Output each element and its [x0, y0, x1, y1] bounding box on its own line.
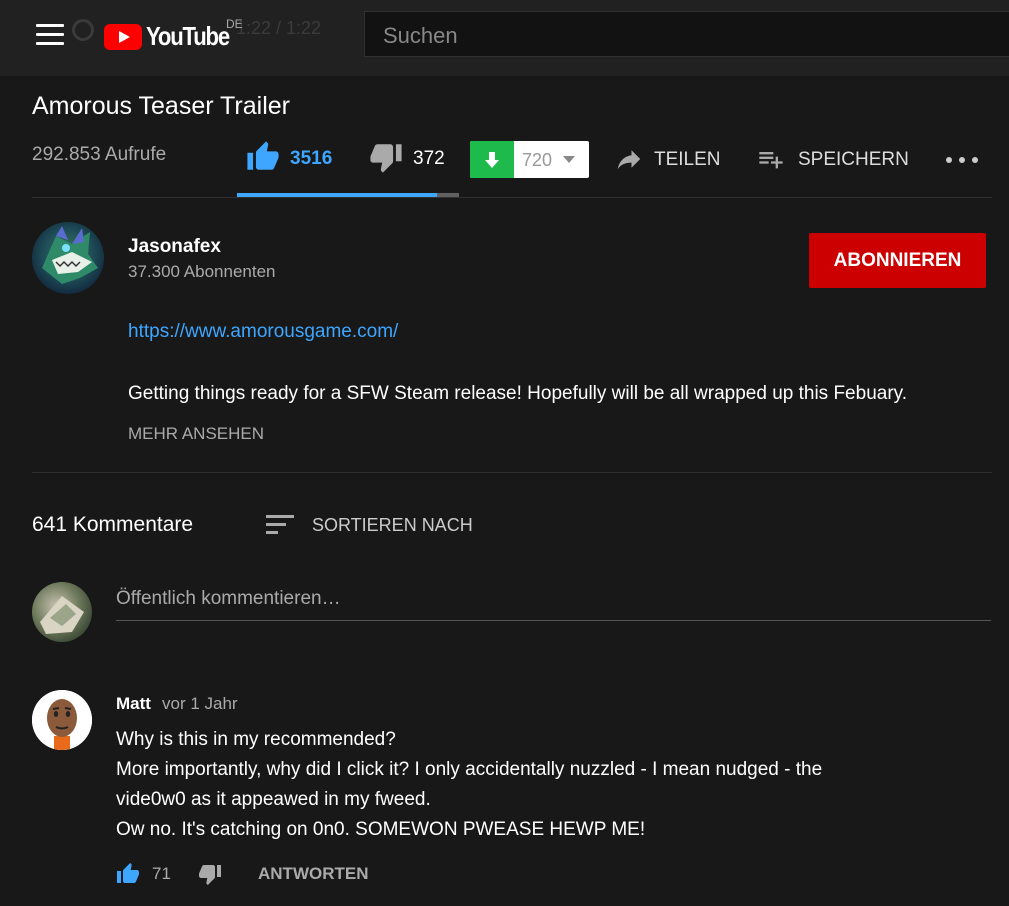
comment-like-count: 71	[152, 864, 171, 883]
comment-text-line: Ow no. It's catching on 0n0. SOMEWON PWE…	[116, 819, 646, 840]
dislike-count: 372	[413, 148, 445, 169]
menu-icon[interactable]	[36, 24, 64, 46]
logo-text: YouTube	[146, 21, 230, 51]
show-more-button[interactable]: MEHR ANSEHEN	[128, 424, 264, 444]
share-label: TEILEN	[654, 149, 721, 170]
save-label: SPEICHERN	[798, 149, 909, 170]
comments-count: 641 Kommentare	[32, 513, 194, 536]
extension-download-button[interactable]	[470, 141, 514, 178]
user-avatar-art	[40, 596, 84, 634]
comment-text-line: Why is this in my recommended?	[116, 729, 396, 750]
divider	[32, 472, 992, 473]
description-text: Getting things ready for a SFW Steam rel…	[128, 383, 908, 404]
view-count: 292.853 Aufrufe	[32, 144, 167, 165]
search-placeholder: Suchen	[383, 23, 458, 48]
country-code: DE	[226, 17, 243, 31]
more-actions-icon[interactable]	[946, 148, 978, 172]
comment-input[interactable]: Öffentlich kommentieren…	[116, 586, 991, 621]
sort-label: SORTIEREN NACH	[312, 515, 473, 535]
loading-spinner-icon	[72, 19, 94, 41]
youtube-play-icon	[104, 24, 142, 50]
ghost-time-display: 1:22 / 1:22	[236, 18, 322, 38]
comment-author[interactable]: Matt	[116, 694, 151, 714]
subscribe-button[interactable]: ABONNIEREN	[809, 233, 986, 288]
extension-dislike-widget[interactable]: 720	[470, 141, 589, 178]
comment-like-button[interactable]	[116, 862, 140, 891]
arrow-down-icon	[485, 152, 499, 168]
divider	[32, 197, 992, 198]
reply-button[interactable]: ANTWORTEN	[258, 864, 368, 884]
extension-dislike-count: 720	[522, 150, 553, 170]
thumbs-down-icon	[199, 865, 221, 885]
subscriber-count: 37.300 Abonnenten	[128, 262, 276, 281]
channel-name[interactable]: Jasonafex	[128, 236, 221, 258]
chevron-down-icon[interactable]	[563, 156, 575, 163]
playlist-add-icon	[759, 152, 783, 169]
like-count: 3516	[290, 148, 333, 169]
masthead: 1:22 / 1:22 YouTube DE Suchen	[0, 0, 1009, 76]
comment-dislike-button[interactable]	[198, 862, 222, 891]
mii-avatar-art	[32, 690, 92, 750]
video-title: Amorous Teaser Trailer	[32, 92, 290, 120]
dragon-avatar-art	[42, 226, 98, 284]
commenter-avatar[interactable]	[32, 690, 92, 750]
sort-icon	[266, 515, 294, 534]
comment-text-line: More importantly, why did I click it? I …	[116, 759, 823, 780]
share-arrow-icon	[617, 150, 641, 169]
thumbs-up-icon	[247, 141, 279, 170]
thumbs-down-icon	[370, 144, 402, 173]
comment-time[interactable]: vor 1 Jahr	[162, 694, 238, 714]
search-input[interactable]: Suchen	[364, 11, 1009, 57]
description-link[interactable]: https://www.amorousgame.com/	[128, 321, 398, 343]
user-avatar	[32, 582, 92, 642]
channel-avatar[interactable]	[32, 222, 104, 294]
comment-text-line: vide0w0 as it appeawed in my fweed.	[116, 789, 431, 810]
comment-placeholder: Öffentlich kommentieren…	[116, 588, 341, 609]
thumbs-up-icon	[117, 863, 139, 883]
